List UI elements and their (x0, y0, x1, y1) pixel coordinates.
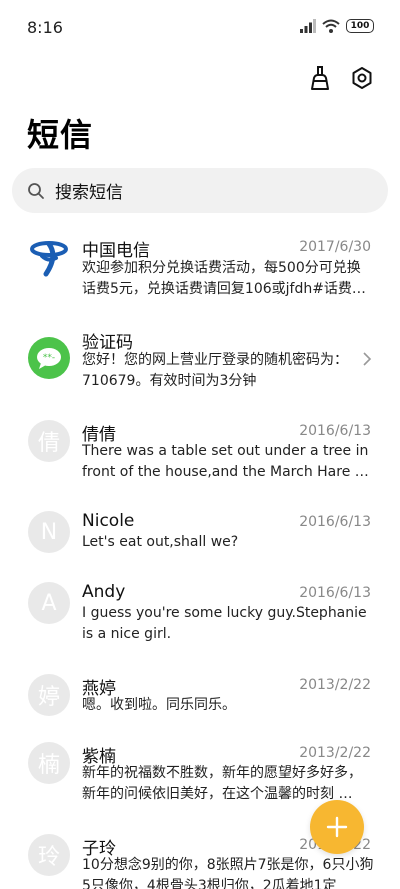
message-preview: 新年的祝福数不胜数，新年的愿望好多好多，新年的问候依旧美好，在这个温馨的时刻 … (82, 765, 362, 802)
settings-icon[interactable] (348, 64, 376, 92)
message-date: 2016/6/13 (299, 585, 371, 601)
telecom-logo-icon (30, 241, 68, 277)
status-icons: 100 (300, 19, 374, 33)
message-date: 2013/2/22 (299, 745, 371, 761)
message-date: 2013/2/22 (299, 677, 371, 693)
broom-icon[interactable] (306, 64, 334, 92)
avatar: 楠 (28, 742, 70, 784)
wifi-icon (322, 19, 340, 33)
message-preview: 您好！您的网上营业厅登录的随机密码为：710679。有效时间为3分钟 (82, 352, 348, 389)
avatar: 婷 (28, 674, 70, 716)
chevron-right-icon (363, 352, 372, 366)
search-input[interactable]: 搜索短信 (12, 168, 388, 213)
list-item[interactable]: 婷 燕婷 2013/2/22 嗯。收到啦。同乐同乐。 (0, 674, 400, 744)
avatar (28, 236, 70, 278)
message-date: 2016/6/13 (299, 514, 371, 530)
list-item[interactable]: N Nicole 2016/6/13 Let's eat out,shall w… (0, 511, 400, 581)
signal-icon (300, 19, 316, 33)
message-preview: There was a table set out under a tree i… (82, 443, 369, 480)
list-item[interactable]: **- 验证码 您好！您的网上营业厅登录的随机密码为：710679。有效时间为3… (0, 325, 400, 415)
page-title: 短信 (27, 116, 94, 154)
status-time: 8:16 (27, 18, 63, 37)
svg-text:**-: **- (43, 353, 55, 363)
compose-button[interactable] (310, 800, 364, 854)
list-item[interactable]: A Andy 2016/6/13 I guess you're some luc… (0, 582, 400, 672)
message-preview: I guess you're some lucky guy.Stephanie … (82, 605, 367, 642)
chat-bubble-icon: **- (37, 348, 61, 369)
message-preview: 嗯。收到啦。同乐同乐。 (82, 697, 236, 713)
list-item[interactable]: 倩 倩倩 2016/6/13 There was a table set out… (0, 420, 400, 510)
avatar: 玲 (28, 834, 70, 876)
search-icon (28, 182, 44, 199)
avatar: **- (28, 337, 70, 379)
plus-icon (326, 816, 348, 838)
message-date: 2017/6/30 (299, 239, 371, 255)
contact-name: Nicole (82, 511, 135, 531)
avatar: N (28, 511, 70, 553)
list-item[interactable]: 中国电信 2017/6/30 欢迎参加积分兑换话费活动，每500分可兑换话费5元… (0, 230, 400, 320)
avatar: A (28, 582, 70, 624)
message-date: 2016/6/13 (299, 423, 371, 439)
message-preview: 10分想念9别的你，8张照片7张是你，6只小狗5只像你，4根骨头3根归你，2瓜着… (82, 857, 374, 889)
avatar: 倩 (28, 420, 70, 462)
top-actions (306, 64, 376, 92)
message-preview: 欢迎参加积分兑换话费活动，每500分可兑换话费5元，兑换话费请回复106或jfd… (82, 260, 366, 297)
contact-name: Andy (82, 582, 126, 602)
battery-icon: 100 (346, 19, 374, 33)
status-bar: 8:16 100 (0, 0, 400, 56)
message-preview: Let's eat out,shall we? (82, 534, 239, 550)
search-placeholder: 搜索短信 (55, 183, 123, 203)
